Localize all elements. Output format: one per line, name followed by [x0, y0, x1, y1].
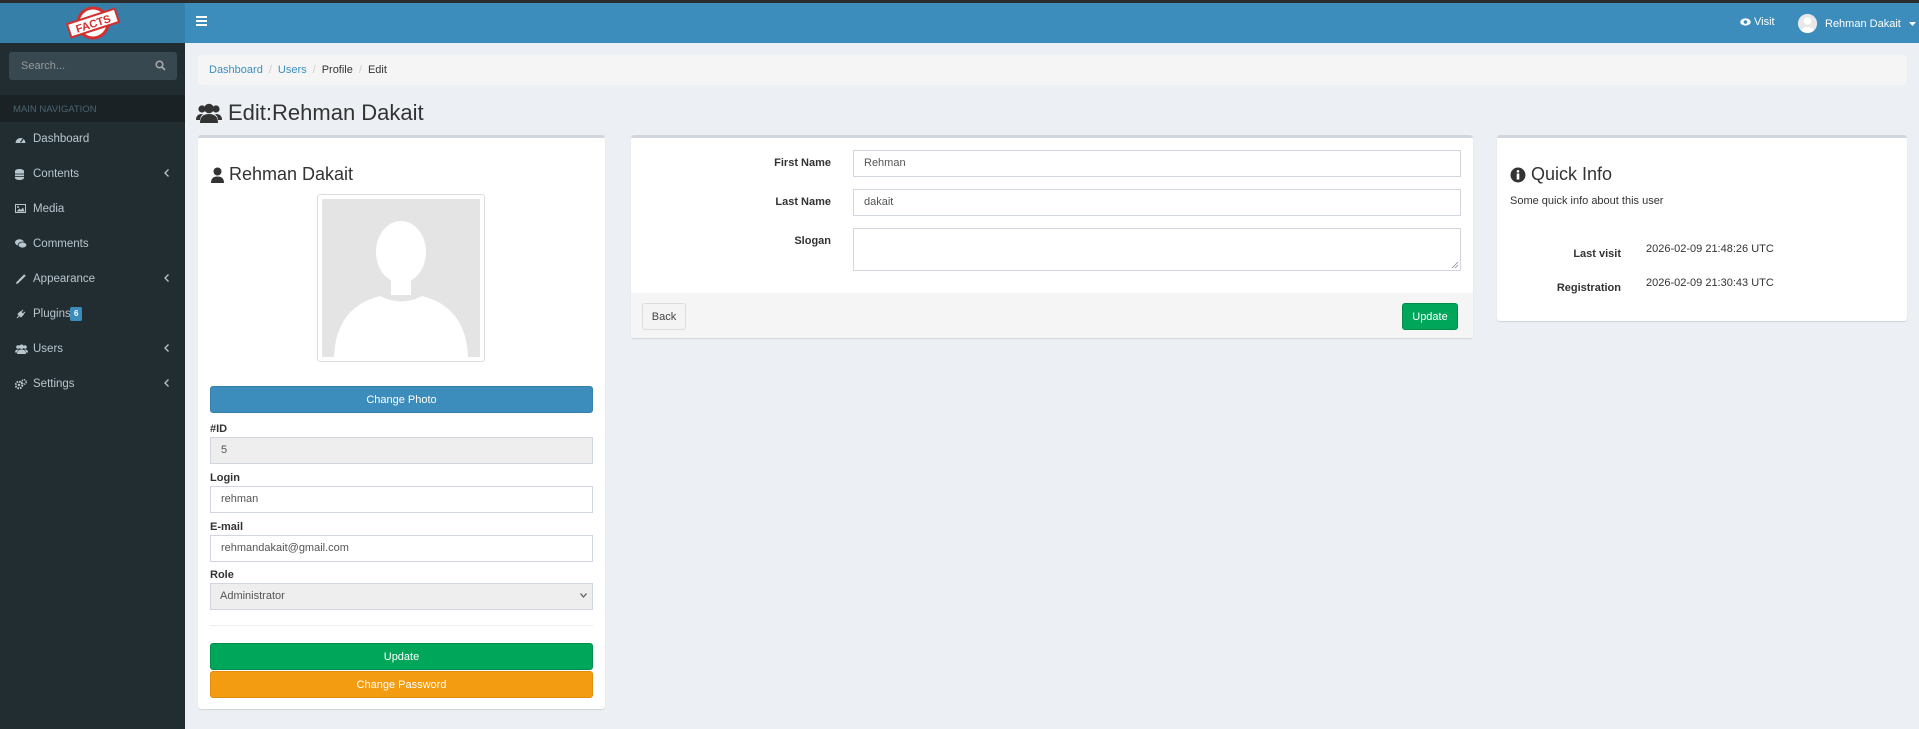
page-title: Edit:Rehman Dakait — [196, 100, 424, 126]
form-footer: Back Update — [631, 293, 1473, 338]
user-menu[interactable]: Rehman Dakait — [1798, 14, 1916, 33]
sidebar-item-label: Users — [33, 343, 64, 355]
comments-icon — [15, 239, 27, 249]
sidebar-toggle-icon[interactable] — [196, 16, 207, 26]
role-selected-value: Administrator — [220, 590, 285, 602]
image-icon — [15, 204, 26, 213]
sidebar: Search... MAIN NAVIGATION Dashboard Cont… — [0, 43, 185, 729]
sidebar-item-label: Settings — [33, 378, 75, 390]
registration-value: 2026-02-09 21:30:43 UTC — [1646, 277, 1774, 289]
sidebar-item-label: Plugins — [33, 308, 71, 320]
sidebar-item-comments[interactable]: Comments — [0, 227, 185, 262]
logo[interactable]: FACTS — [0, 3, 185, 43]
quick-info-subtitle: Some quick info about this user — [1510, 195, 1664, 207]
chevron-left-icon — [164, 379, 169, 387]
sidebar-item-label: Appearance — [33, 273, 96, 285]
sidebar-item-contents[interactable]: Contents — [0, 157, 185, 192]
update-details-button[interactable]: Update — [1402, 303, 1458, 330]
profile-name: Rehman Dakait — [229, 164, 354, 184]
dashboard-icon — [15, 134, 26, 144]
last-visit-value: 2026-02-09 21:48:26 UTC — [1646, 243, 1774, 255]
divider — [210, 625, 593, 626]
update-profile-button[interactable]: Update — [210, 643, 593, 670]
sidebar-item-appearance[interactable]: Appearance — [0, 262, 185, 297]
info-circle-icon — [1510, 167, 1526, 183]
details-form-box: First Name Rehman Last Name dakait Sloga… — [631, 135, 1473, 338]
slogan-label: Slogan — [794, 235, 831, 247]
sidebar-search[interactable]: Search... — [9, 52, 177, 80]
database-icon — [15, 169, 24, 180]
chevron-down-icon — [580, 593, 587, 598]
main-header: FACTS Visit Rehman Dakait — [0, 3, 1919, 43]
sidebar-item-label: Comments — [33, 238, 89, 250]
change-photo-button[interactable]: Change Photo — [210, 386, 593, 413]
quick-info-title: Quick Info — [1510, 164, 1612, 185]
chevron-left-icon — [164, 344, 169, 352]
nav-section-title: MAIN NAVIGATION — [0, 95, 185, 122]
sidebar-item-label: Contents — [33, 168, 80, 180]
registration-label: Registration — [1556, 282, 1621, 294]
breadcrumb-edit: Edit — [367, 64, 387, 76]
role-select[interactable]: Administrator — [210, 583, 593, 610]
first-name-label: First Name — [774, 157, 831, 169]
sidebar-item-label: Media — [33, 203, 65, 215]
back-button[interactable]: Back — [642, 303, 686, 330]
profile-photo — [317, 194, 485, 362]
sidebar-item-users[interactable]: Users — [0, 332, 185, 367]
slogan-textarea[interactable] — [853, 228, 1461, 271]
sidebar-item-media[interactable]: Media — [0, 192, 185, 227]
role-label: Role — [210, 569, 234, 581]
visit-site-link[interactable]: Visit — [1740, 16, 1775, 28]
profile-box: Rehman Dakait Change Photo #ID 5 Login r… — [198, 135, 605, 709]
avatar — [1798, 14, 1817, 33]
email-label: E-mail — [210, 521, 244, 533]
quick-info-title-text: Quick Info — [1531, 164, 1613, 184]
breadcrumb-separator: / — [312, 64, 316, 76]
sidebar-item-label: Dashboard — [33, 133, 90, 145]
login-label: Login — [210, 472, 240, 484]
users-icon — [196, 103, 222, 123]
breadcrumb-separator: / — [358, 64, 362, 76]
email-field[interactable]: rehmandakait@gmail.com — [210, 535, 593, 562]
resize-handle-icon[interactable] — [1451, 261, 1459, 269]
quick-info-box: Quick Info Some quick info about this us… — [1497, 135, 1907, 321]
sidebar-item-dashboard[interactable]: Dashboard — [0, 122, 185, 157]
breadcrumb-separator: / — [268, 64, 272, 76]
eye-icon — [1740, 18, 1751, 26]
last-name-label: Last Name — [775, 196, 831, 208]
sidebar-item-settings[interactable]: Settings — [0, 367, 185, 402]
search-icon[interactable] — [155, 60, 166, 71]
cogs-icon — [15, 379, 27, 390]
breadcrumb-dashboard[interactable]: Dashboard — [209, 64, 263, 76]
caret-down-icon — [1908, 21, 1916, 26]
breadcrumb: Dashboard / Users / Profile / Edit — [198, 55, 1907, 85]
user-name: Rehman Dakait — [1825, 17, 1901, 30]
facts-logo-icon: FACTS — [65, 6, 120, 40]
last-name-field[interactable]: dakait — [853, 189, 1461, 216]
sidebar-item-plugins[interactable]: Plugins 6 — [0, 297, 185, 332]
first-name-field[interactable]: Rehman — [853, 150, 1461, 177]
paint-brush-icon — [15, 274, 26, 285]
chevron-left-icon — [164, 274, 169, 282]
users-icon — [15, 344, 28, 354]
plugins-count-badge: 6 — [70, 307, 83, 321]
breadcrumb-users[interactable]: Users — [278, 64, 307, 76]
profile-box-title: Rehman Dakait — [211, 164, 353, 185]
avatar-placeholder-icon — [322, 199, 480, 357]
user-icon — [211, 167, 224, 183]
id-label: #ID — [210, 423, 228, 435]
id-field: 5 — [210, 437, 593, 464]
chevron-left-icon — [164, 169, 169, 177]
change-password-button[interactable]: Change Password — [210, 671, 593, 698]
breadcrumb-profile: Profile — [321, 64, 353, 76]
last-visit-label: Last visit — [1573, 248, 1621, 260]
plug-icon — [15, 309, 26, 320]
page-title-text: Edit:Rehman Dakait — [228, 100, 424, 125]
login-field[interactable]: rehman — [210, 486, 593, 513]
visit-label: Visit — [1754, 16, 1775, 28]
search-input[interactable]: Search... — [21, 60, 65, 72]
